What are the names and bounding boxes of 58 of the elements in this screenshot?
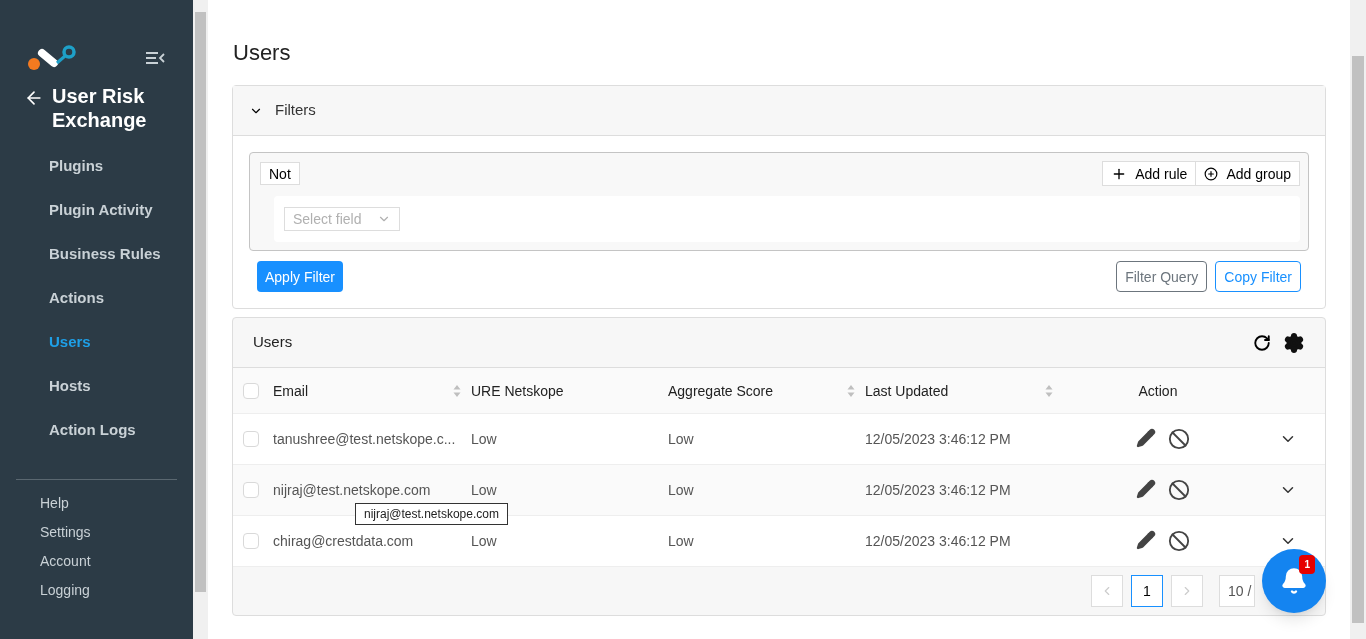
add-rule-button[interactable]: Add rule <box>1103 162 1197 185</box>
score-cell: Low <box>668 482 694 498</box>
sidebar-item[interactable]: Business Rules <box>0 232 193 276</box>
row-checkbox[interactable] <box>243 382 259 399</box>
menu-collapse-icon[interactable] <box>145 51 165 65</box>
sidebar-item[interactable]: Action Logs <box>0 408 193 452</box>
edit-icon[interactable] <box>1136 479 1156 499</box>
settings-icon[interactable] <box>1283 331 1305 354</box>
footer-link[interactable]: Settings <box>0 517 193 546</box>
scrollbar-thumb[interactable] <box>1352 56 1364 623</box>
add-group-button[interactable]: Add group <box>1196 162 1299 185</box>
email-cell: chirag@crestdata.com <box>273 533 414 549</box>
column-header: Aggregate Score <box>668 381 774 401</box>
column-header: URE Netskope <box>471 381 564 401</box>
block-icon[interactable] <box>1168 530 1190 552</box>
row-checkbox[interactable] <box>243 482 259 498</box>
circle-plus-icon <box>1204 166 1219 181</box>
edit-icon[interactable] <box>1136 530 1156 550</box>
risk-cell: Low <box>471 533 497 549</box>
score-cell: Low <box>668 533 694 549</box>
sidebar-item[interactable]: Hosts <box>0 364 193 408</box>
email-cell: nijraj@test.netskope.com <box>273 482 431 498</box>
footer-link[interactable]: Account <box>0 546 193 575</box>
score-cell: Low <box>668 431 694 447</box>
not-toggle[interactable]: Not <box>260 162 300 185</box>
column-header: Last Updated <box>865 381 949 401</box>
page-title: Users <box>233 39 292 67</box>
date-cell: 12/05/2023 3:46:12 PM <box>865 431 1011 447</box>
date-cell: 12/05/2023 3:46:12 PM <box>865 533 1011 549</box>
section-title: User Risk Exchange <box>52 84 148 132</box>
footer-link[interactable]: Help <box>0 488 193 517</box>
page-button[interactable]: 1 <box>1131 575 1163 607</box>
page-size-select[interactable]: 10 / <box>1219 575 1255 607</box>
sidebar-item[interactable]: Users <box>0 320 193 364</box>
row-checkbox[interactable] <box>243 431 259 447</box>
edit-icon[interactable] <box>1136 428 1156 448</box>
bell-icon <box>1280 567 1308 595</box>
logo-icon <box>28 45 76 71</box>
table-title: Users <box>253 332 293 353</box>
sidebar-item[interactable]: Actions <box>0 276 193 320</box>
row-checkbox[interactable] <box>243 533 259 549</box>
notification-count: 1 <box>1299 555 1315 574</box>
block-icon[interactable] <box>1168 428 1190 450</box>
block-icon[interactable] <box>1168 479 1190 501</box>
scrollbar-thumb[interactable] <box>195 12 206 592</box>
footer-link[interactable]: Logging <box>0 575 193 604</box>
filter-query-button[interactable]: Filter Query <box>1116 261 1208 292</box>
sidebar-item[interactable]: Plugins <box>0 144 193 188</box>
tooltip: nijraj@test.netskope.com <box>355 503 508 525</box>
sidebar-item[interactable]: Plugin Activity <box>0 188 193 232</box>
date-cell: 12/05/2023 3:46:12 PM <box>865 482 1011 498</box>
filters-title: Filters <box>275 100 316 121</box>
refresh-icon[interactable] <box>1253 333 1271 352</box>
email-cell: tanushree@test.netskope.c... <box>273 431 456 447</box>
column-header: Email <box>273 381 308 401</box>
column-header: Action <box>1138 381 1178 401</box>
risk-cell: Low <box>471 482 497 498</box>
risk-cell: Low <box>471 431 497 447</box>
